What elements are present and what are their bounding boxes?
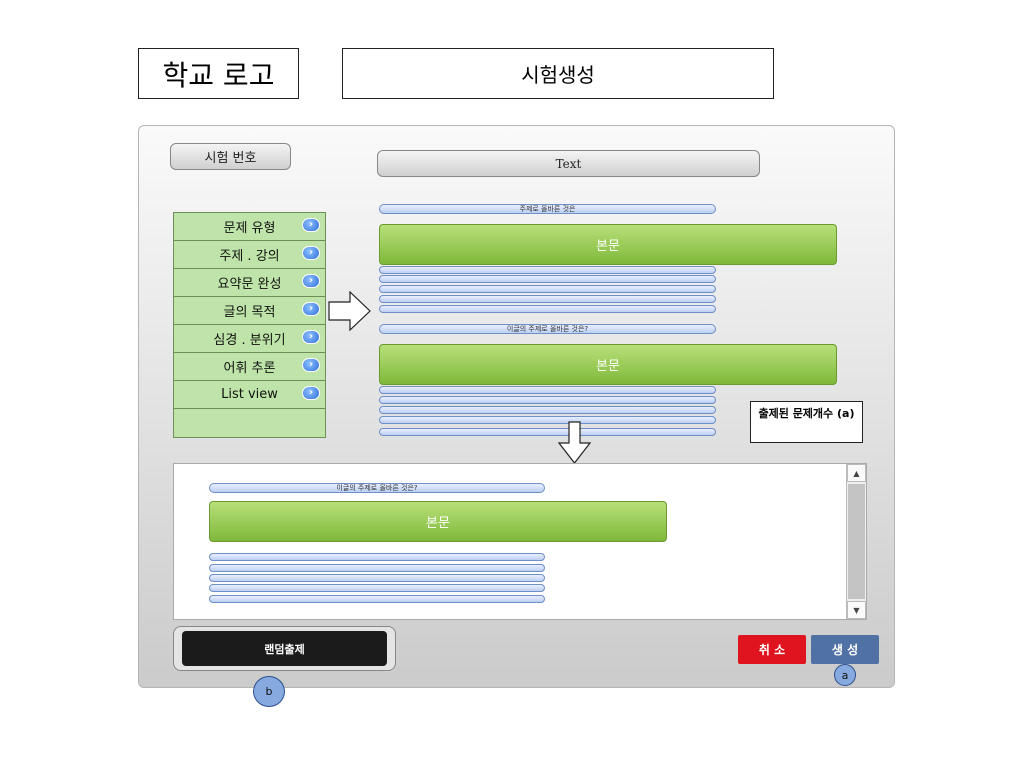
answer-option[interactable] [209, 553, 545, 561]
answer-option[interactable] [379, 386, 716, 394]
question-body[interactable]: 본문 [379, 224, 837, 265]
answer-option[interactable] [379, 295, 716, 303]
question-prompt: 주제로 올바른 것은 [379, 204, 716, 214]
chevron-right-icon[interactable]: › [302, 246, 320, 260]
scroll-up-icon[interactable]: ▲ [847, 464, 866, 482]
arrow-right-icon [328, 291, 371, 331]
chevron-right-icon[interactable]: › [302, 302, 320, 316]
answer-option[interactable] [209, 564, 545, 572]
annotation-marker-a: a [834, 664, 856, 686]
menu-item-list-view[interactable]: List view › [174, 381, 325, 409]
scroll-down-icon[interactable]: ▼ [847, 601, 866, 619]
answer-option[interactable] [379, 285, 716, 293]
answer-option[interactable] [209, 584, 545, 592]
chevron-right-icon[interactable]: › [302, 330, 320, 344]
question-body[interactable]: 본문 [379, 344, 837, 385]
menu-item-label: 문제 유형 [223, 221, 276, 236]
menu-item-label: 요약문 완성 [217, 277, 282, 292]
menu-item-purpose[interactable]: 글의 목적 › [174, 297, 325, 325]
answer-option[interactable] [379, 266, 716, 274]
question-body[interactable]: 본문 [209, 501, 667, 542]
question-count-label: 출제된 문제개수 (a) [750, 401, 863, 443]
menu-item-label: 주제 . 강의 [219, 249, 280, 264]
cancel-button[interactable]: 취 소 [738, 635, 806, 664]
chevron-right-icon[interactable]: › [302, 358, 320, 372]
preview-area[interactable]: 이글의 주제로 올바른 것은? 본문 ▲ ▼ [173, 463, 867, 620]
chevron-right-icon[interactable]: › [302, 218, 320, 232]
text-button[interactable]: Text [377, 150, 760, 177]
menu-item-question-type[interactable]: 문제 유형 › [174, 213, 325, 241]
answer-option[interactable] [379, 416, 716, 424]
question-prompt: 이글의 주제로 올바른 것은? [209, 483, 545, 493]
page-title: 시험생성 [342, 48, 774, 99]
menu-item-mood[interactable]: 심경 . 분위기 › [174, 325, 325, 353]
answer-option[interactable] [379, 406, 716, 414]
chevron-right-icon[interactable]: › [302, 274, 320, 288]
menu-item-label: 심경 . 분위기 [213, 333, 286, 348]
answer-option[interactable] [379, 275, 716, 283]
menu-item-vocabulary[interactable]: 어휘 추론 › [174, 353, 325, 381]
annotation-marker-b: b [253, 676, 285, 707]
arrow-down-icon [558, 421, 592, 464]
answer-option[interactable] [209, 595, 545, 603]
menu-item-summary[interactable]: 요약문 완성 › [174, 269, 325, 297]
scroll-thumb[interactable] [848, 484, 865, 599]
random-button-frame: 랜덤출제 [173, 626, 396, 671]
random-question-button[interactable]: 랜덤출제 [182, 631, 387, 666]
question-type-menu: 문제 유형 › 주제 . 강의 › 요약문 완성 › 글의 목적 › 심경 . … [173, 212, 326, 438]
exam-number-button[interactable]: 시험 번호 [170, 143, 291, 170]
school-logo: 학교 로고 [138, 48, 299, 99]
chevron-right-icon[interactable]: › [302, 386, 320, 400]
question-prompt: 이글의 주제로 올바른 것은? [379, 324, 716, 334]
menu-item-topic[interactable]: 주제 . 강의 › [174, 241, 325, 269]
menu-item-label: List view [221, 387, 278, 402]
answer-option[interactable] [379, 428, 716, 436]
vertical-scrollbar[interactable]: ▲ ▼ [846, 464, 866, 619]
menu-item-label: 글의 목적 [223, 305, 276, 320]
answer-option[interactable] [379, 396, 716, 404]
answer-option[interactable] [209, 574, 545, 582]
menu-item-label: 어휘 추론 [223, 361, 276, 376]
create-button[interactable]: 생 성 [811, 635, 879, 664]
answer-option[interactable] [379, 305, 716, 313]
